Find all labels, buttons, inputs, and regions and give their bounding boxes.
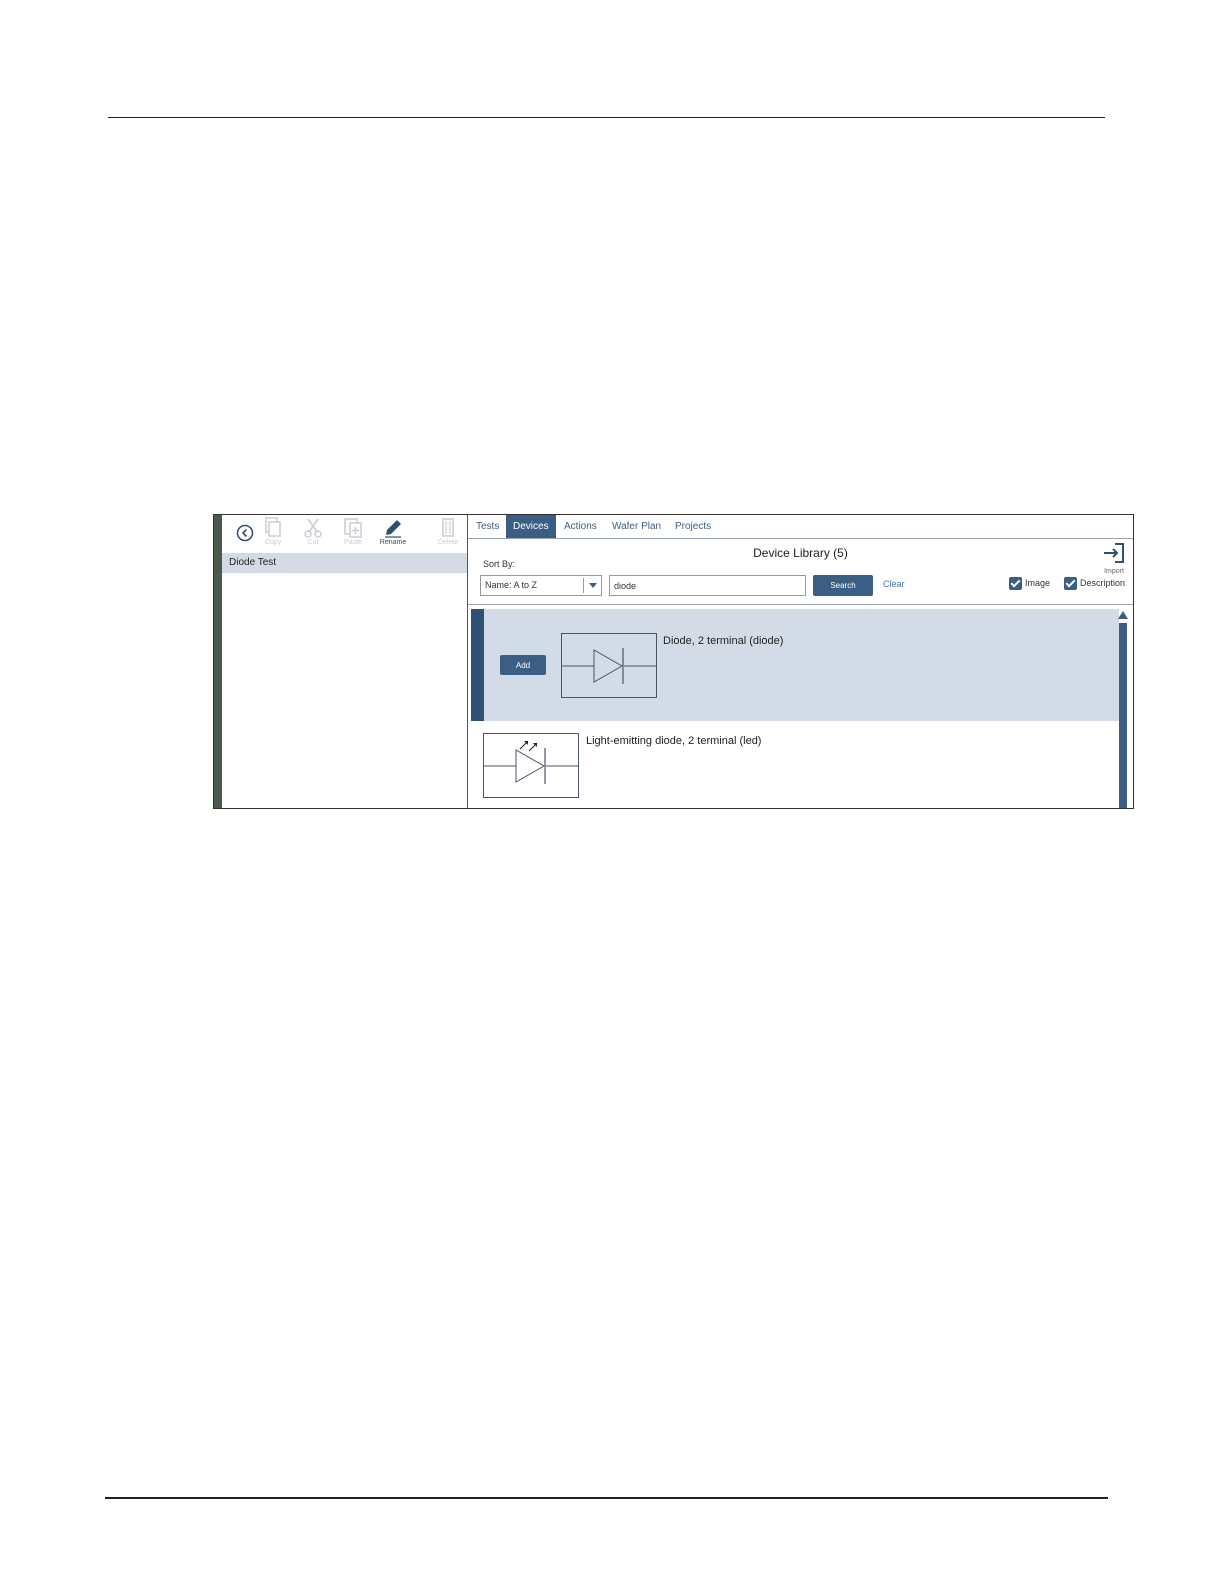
delete-label: Delete — [437, 539, 459, 546]
import-button[interactable]: Import — [1101, 542, 1127, 575]
clear-link[interactable]: Clear — [883, 579, 905, 589]
description-checkbox[interactable]: Description — [1064, 577, 1125, 590]
sort-select-value: Name: A to Z — [485, 580, 538, 590]
checkmark-icon — [1064, 577, 1077, 590]
add-device-button[interactable]: Add — [500, 655, 546, 675]
scissors-icon — [304, 518, 322, 538]
trash-icon — [442, 518, 454, 537]
chevron-down-icon[interactable] — [583, 578, 601, 593]
scrollbar-thumb[interactable] — [1119, 623, 1127, 808]
scroll-up-icon[interactable] — [1118, 611, 1128, 619]
rename-label: Rename — [379, 539, 407, 546]
page-header-rule — [108, 117, 1105, 118]
paste-icon — [344, 518, 362, 538]
cut-label: Cut — [307, 539, 319, 546]
device-library-window: Copy Cut Paste Rename Delete Diode Test … — [213, 514, 1134, 809]
tree-item-diode-test[interactable]: Diode Test — [222, 553, 467, 573]
delete-button[interactable]: Delete — [428, 517, 468, 551]
cut-button[interactable]: Cut — [293, 517, 333, 551]
back-button[interactable] — [236, 524, 254, 542]
selection-indicator — [471, 609, 484, 721]
image-checkbox[interactable]: Image — [1009, 577, 1050, 590]
sort-by-label: Sort By: — [483, 559, 516, 569]
copy-button[interactable]: Copy — [253, 517, 293, 551]
search-input[interactable] — [609, 575, 806, 596]
sort-select[interactable]: Name: A to Z — [480, 575, 602, 596]
paste-label: Paste — [344, 539, 362, 546]
tab-projects[interactable]: Projects — [668, 515, 718, 538]
import-icon — [1104, 543, 1124, 563]
checkmark-icon — [1009, 577, 1022, 590]
search-button[interactable]: Search — [813, 575, 873, 596]
copy-label: Copy — [264, 539, 282, 546]
pane-edge-strip — [214, 515, 222, 808]
device-list: Add Diode, 2 terminal (diode) Light-emit… — [471, 609, 1119, 808]
description-checkbox-label: Description — [1080, 577, 1126, 588]
import-label: Import — [1104, 568, 1124, 575]
led-symbol-icon — [483, 733, 579, 798]
device-name: Diode, 2 terminal (diode) — [663, 635, 784, 647]
page-footer-rule — [105, 1497, 1108, 1499]
tree-toolbar: Copy Cut Paste Rename Delete — [222, 515, 467, 551]
library-pane: Tests Devices Actions Wafer Plan Project… — [468, 515, 1133, 808]
test-tree-pane: Copy Cut Paste Rename Delete Diode Test — [214, 515, 468, 808]
rename-button[interactable]: Rename — [373, 517, 413, 551]
list-scrollbar[interactable] — [1118, 609, 1128, 808]
image-checkbox-label: Image — [1025, 577, 1051, 588]
diode-symbol-icon — [561, 633, 657, 698]
library-title: Device Library (5) — [753, 546, 848, 560]
divider — [468, 604, 1133, 605]
main-tabs: Tests Devices Actions Wafer Plan Project… — [468, 515, 1133, 539]
device-row-diode[interactable]: Add Diode, 2 terminal (diode) — [471, 609, 1119, 721]
tab-wafer-plan[interactable]: Wafer Plan — [605, 515, 668, 538]
device-name: Light-emitting diode, 2 terminal (led) — [586, 735, 762, 747]
back-arrow-icon — [236, 524, 254, 542]
pencil-icon — [385, 520, 401, 538]
copy-icon — [265, 517, 281, 537]
device-row-led[interactable]: Light-emitting diode, 2 terminal (led) — [471, 721, 1119, 808]
tab-devices[interactable]: Devices — [506, 515, 556, 538]
paste-button[interactable]: Paste — [333, 517, 373, 551]
tab-actions[interactable]: Actions — [557, 515, 604, 538]
tab-tests[interactable]: Tests — [469, 515, 506, 538]
